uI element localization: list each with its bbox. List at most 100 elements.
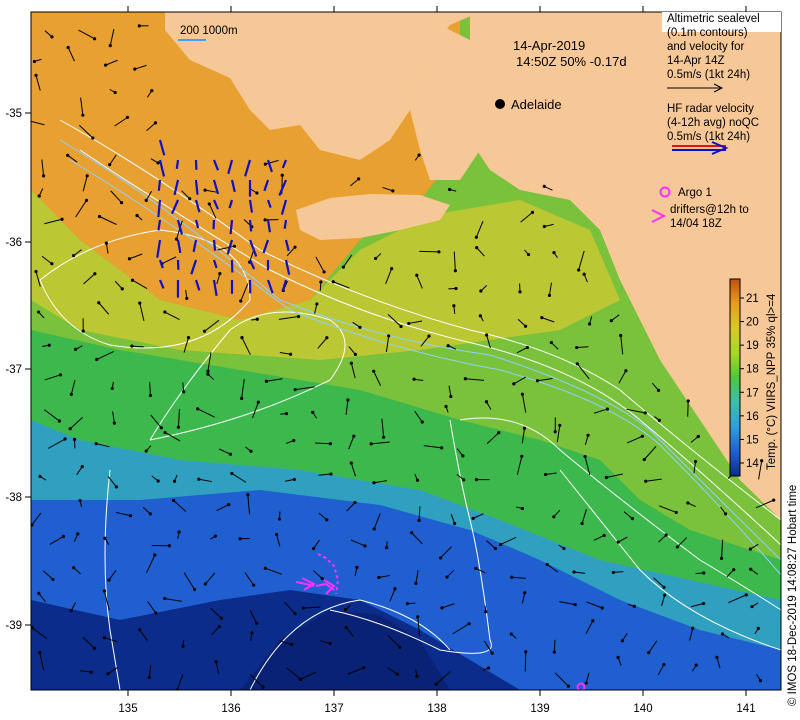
colorbar-gradient xyxy=(729,278,741,477)
velocity-arrow-head xyxy=(128,514,133,518)
velocity-arrow xyxy=(314,442,331,445)
velocity-arrow-head xyxy=(263,566,267,570)
velocity-arrow-head xyxy=(66,153,70,157)
velocity-arrow-head xyxy=(663,593,667,597)
velocity-arrow-head xyxy=(144,449,148,453)
velocity-arrow-head xyxy=(467,622,471,626)
velocity-arrow-head xyxy=(172,498,176,503)
velocity-arrow-head xyxy=(444,404,448,409)
colorbar-tick-label: 17 xyxy=(746,387,759,399)
velocity-arrow-head xyxy=(573,602,577,607)
velocity-arrow-head xyxy=(479,289,483,293)
velocity-arrow-head xyxy=(523,324,528,328)
velocity-arrow-head xyxy=(547,293,552,297)
velocity-arrow-head xyxy=(34,269,38,274)
velocity-arrow-head xyxy=(399,324,403,329)
velocity-arrow-head xyxy=(760,459,764,463)
velocity-arrow-head xyxy=(292,477,296,482)
velocity-arrow-head xyxy=(144,198,148,202)
velocity-arrow-head xyxy=(675,545,680,549)
hf-radar-arrow xyxy=(229,219,234,235)
velocity-arrow-head xyxy=(293,245,297,249)
velocity-arrow-head xyxy=(280,173,284,177)
velocity-arrow-head xyxy=(562,546,566,551)
velocity-arrow-head xyxy=(78,499,82,503)
legend-hf-line-3: 0.5m/s (1kt 24h) xyxy=(667,131,750,143)
velocity-arrow-head xyxy=(188,197,192,201)
velocity-arrow-head xyxy=(322,270,326,274)
velocity-arrow-head xyxy=(277,517,282,521)
velocity-arrow-head xyxy=(325,518,329,522)
velocity-arrow-head xyxy=(230,471,234,476)
legend-drifters-line-2: 14/04 18Z xyxy=(670,218,722,230)
velocity-arrow-head xyxy=(702,571,706,575)
velocity-arrow-head xyxy=(185,296,189,300)
velocity-arrow-head xyxy=(749,567,753,571)
velocity-arrow-head xyxy=(490,651,494,655)
velocity-arrow-head xyxy=(127,257,132,261)
velocity-arrow-head xyxy=(71,254,76,258)
velocity-arrow-head xyxy=(577,268,581,272)
velocity-arrow-head xyxy=(616,540,620,544)
velocity-arrow-head xyxy=(292,438,296,443)
velocity-arrow-head xyxy=(462,478,466,482)
velocity-arrow-head xyxy=(748,547,752,551)
velocity-arrow-head xyxy=(81,329,85,333)
velocity-arrow-head xyxy=(91,136,95,140)
velocity-arrow-head xyxy=(605,407,610,411)
velocity-arrow-head xyxy=(543,472,548,477)
velocity-arrow-head xyxy=(68,427,72,431)
velocity-arrow-head xyxy=(232,244,237,248)
colorbar-label: Temp. (°C) VIIRS_NPP 35% ql>=4 xyxy=(766,293,778,470)
velocity-arrow-head xyxy=(620,639,625,643)
velocity-arrow-head xyxy=(486,666,491,670)
velocity-arrow-head xyxy=(575,345,579,350)
velocity-arrow-head xyxy=(102,589,107,593)
velocity-arrow-head xyxy=(377,575,381,580)
velocity-arrow-head xyxy=(92,37,97,41)
velocity-arrow-head xyxy=(290,642,294,647)
velocity-arrow-head xyxy=(120,287,124,291)
hf-radar-arrow xyxy=(194,179,199,195)
velocity-arrow-head xyxy=(331,280,335,284)
velocity-arrow-head xyxy=(130,278,135,282)
velocity-arrow-head xyxy=(37,591,41,595)
velocity-arrow-head xyxy=(440,446,444,450)
velocity-arrow-head xyxy=(218,272,222,276)
velocity-arrow-head xyxy=(301,606,305,610)
velocity-arrow-head xyxy=(549,340,553,345)
velocity-arrow-head xyxy=(203,582,208,586)
velocity-arrow-head xyxy=(76,532,80,536)
velocity-arrow-head xyxy=(510,575,514,579)
velocity-arrow-head xyxy=(558,423,562,427)
velocity-arrow-head xyxy=(609,319,613,323)
velocity-arrow-head xyxy=(552,650,556,654)
velocity-arrow-head xyxy=(385,546,389,550)
velocity-arrow-head xyxy=(526,252,531,257)
velocity-arrow-head xyxy=(250,631,254,635)
velocity-arrow-head xyxy=(261,685,265,689)
velocity-arrow xyxy=(524,651,527,672)
velocity-arrow-head xyxy=(414,581,418,585)
velocity-arrow-head xyxy=(288,352,293,356)
date-label: 14-Apr-2019 xyxy=(513,38,585,53)
velocity-arrow-head xyxy=(84,198,89,202)
velocity-arrow-head xyxy=(656,388,661,393)
velocity-arrow-head xyxy=(214,660,218,664)
velocity-arrow-head xyxy=(352,434,356,438)
velocity-arrow-head xyxy=(461,454,465,458)
velocity-arrow-head xyxy=(315,302,319,306)
velocity-arrow-head xyxy=(553,430,557,434)
velocity-arrow-head xyxy=(238,537,242,541)
velocity-arrow-head xyxy=(150,89,154,93)
velocity-arrow-head xyxy=(702,601,706,606)
velocity-arrow-head xyxy=(264,379,269,383)
velocity-arrow-head xyxy=(552,251,556,255)
velocity-arrow-head xyxy=(320,576,324,581)
velocity-arrow-head xyxy=(410,531,414,535)
colorbar-tick-label: 19 xyxy=(746,340,759,352)
velocity-arrow-head xyxy=(582,272,586,276)
velocity-arrow-head xyxy=(353,352,357,356)
velocity-arrow-head xyxy=(106,672,110,676)
hf-radar-arrow xyxy=(157,179,162,191)
